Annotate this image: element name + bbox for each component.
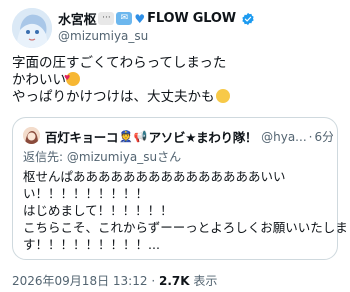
quoted-line: こちらこそ、これからずーーっとよろしくお願いいたしま — [23, 220, 348, 235]
quoted-line: はじめまして！！！！！！ — [23, 203, 173, 218]
author-handle[interactable]: @mizumiya_su — [58, 29, 148, 43]
quoted-time: 6分 — [314, 130, 333, 144]
author-avatar[interactable] — [12, 8, 52, 48]
quoted-tweet[interactable]: 百灯キョーコ 👮 📢 アソビ★まわり隊！ @hya... · 6分 返信先: @… — [12, 117, 348, 260]
person-emoji-icon: 👮 — [119, 130, 133, 143]
quoted-line: 枢せんぱあああああああああああああああいい — [23, 169, 286, 184]
quoted-display-name: 百灯キョーコ — [45, 130, 119, 145]
quoted-line: す！！！！！！！！！... — [23, 237, 160, 252]
quoted-name-row: 百灯キョーコ 👮 📢 アソビ★まわり隊！ @hya... · 6分 — [45, 127, 333, 146]
tweet-card: 水宮枢 ··· ✉ ♥ FLOW GLOW @mizumiya_su 字面の圧す… — [0, 0, 350, 292]
megaphone-emoji-icon: 📢 — [133, 130, 148, 143]
quoted-separator: · — [308, 129, 313, 144]
views-count: 2.7K — [158, 274, 190, 288]
quoted-line: い！！！！！！！！！ — [23, 186, 149, 201]
ellipsis-emoji-icon: ··· — [98, 12, 115, 25]
quoted-text: 枢せんぱあああああああああああああああいい い！！！！！！！！！ はじめまして！… — [23, 168, 348, 253]
reply-to-mention[interactable]: @mizumiya_su — [67, 150, 157, 164]
timestamp[interactable]: 2026年09月18日 13:12 — [12, 274, 147, 288]
quoted-author-avatar — [23, 127, 40, 144]
author-display-name[interactable]: 水宮枢 — [58, 9, 97, 28]
reply-to-line: 返信先: @mizumiya_suさん — [23, 150, 182, 164]
envelope-emoji-icon: ✉ — [116, 12, 133, 25]
tweet-line: 字面の圧すごくてわらってしまった — [12, 55, 227, 71]
tweet-text: 字面の圧すごくてわらってしまった かわいい ♥ やっぱりかけつけは、大丈夫かも — [12, 55, 340, 106]
tweet-line: やっぱりかけつけは、大丈夫かも — [12, 89, 340, 106]
relieved-face-emoji-icon — [215, 89, 230, 103]
quoted-name-mid: アソビ★まわり隊！ — [148, 130, 258, 145]
quoted-handle: @hya... — [261, 129, 307, 144]
views-label: 表示 — [193, 274, 218, 288]
blue-heart-icon: ♥ — [134, 11, 146, 26]
verified-badge-icon — [242, 12, 254, 25]
tweet-meta: 2026年09月18日 13:12 · 2.7K 表示 — [12, 274, 218, 288]
smiling-hearts-emoji-icon: ♥ — [64, 72, 80, 86]
author-name-suffix: FLOW GLOW — [147, 11, 236, 26]
author-name-row[interactable]: 水宮枢 ··· ✉ ♥ FLOW GLOW — [58, 9, 255, 28]
tweet-line: かわいい ♥ — [12, 72, 340, 89]
